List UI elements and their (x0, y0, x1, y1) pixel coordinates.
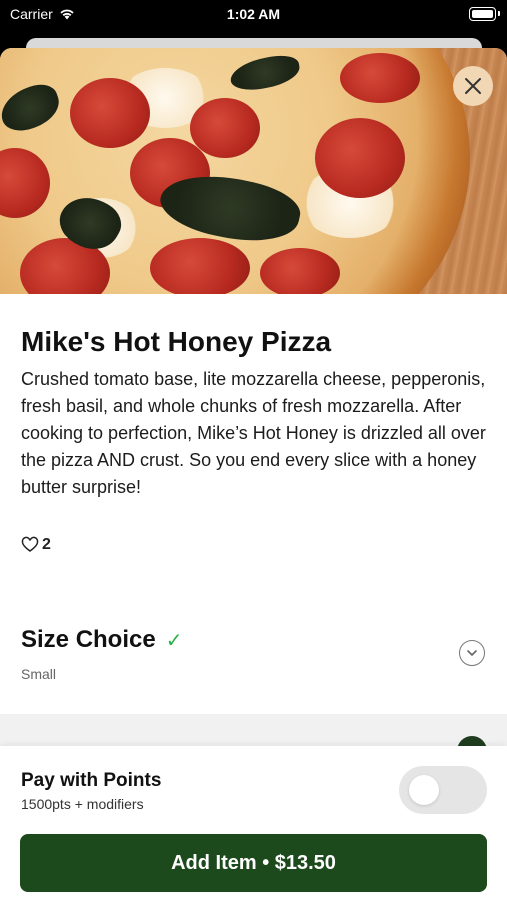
size-choice-title: Size Choice (21, 626, 156, 653)
toggle-knob (409, 775, 439, 805)
chevron-down-icon (467, 650, 477, 656)
battery-icon (469, 7, 500, 21)
size-choice-selected: Small (21, 666, 57, 682)
item-detail-sheet: Mike's Hot Honey Pizza Crushed tomato ba… (0, 48, 507, 900)
close-icon (465, 78, 481, 94)
size-choice-toggle[interactable] (459, 640, 485, 666)
item-description: Crushed tomato base, lite mozzarella che… (21, 369, 486, 497)
pay-with-points-toggle[interactable] (399, 766, 487, 814)
pepperoni (190, 98, 260, 158)
check-icon: ✓ (165, 629, 183, 652)
status-bar: Carrier 1:02 AM (0, 0, 507, 32)
close-button[interactable] (453, 66, 493, 106)
pepperoni (150, 238, 250, 294)
status-time: 1:02 AM (226, 6, 281, 22)
pay-with-points-subtitle: 1500pts + modifiers (21, 796, 144, 812)
item-title: Mike's Hot Honey Pizza (21, 326, 332, 357)
pay-with-points-title: Pay with Points (21, 770, 162, 791)
pepperoni (340, 53, 420, 103)
bottom-action-bar: Pay with Points 1500pts + modifiers Add … (0, 746, 507, 900)
size-choice-header[interactable]: Size Choice ✓ (21, 626, 182, 654)
pizza-image (0, 48, 507, 294)
pepperoni (260, 248, 340, 294)
add-item-button[interactable]: Add Item • $13.50 (20, 834, 487, 892)
likes-count: 2 (42, 536, 51, 553)
pepperoni (70, 78, 150, 148)
heart-icon (21, 536, 39, 552)
pepperoni (315, 118, 405, 198)
likes[interactable]: 2 (21, 536, 51, 554)
